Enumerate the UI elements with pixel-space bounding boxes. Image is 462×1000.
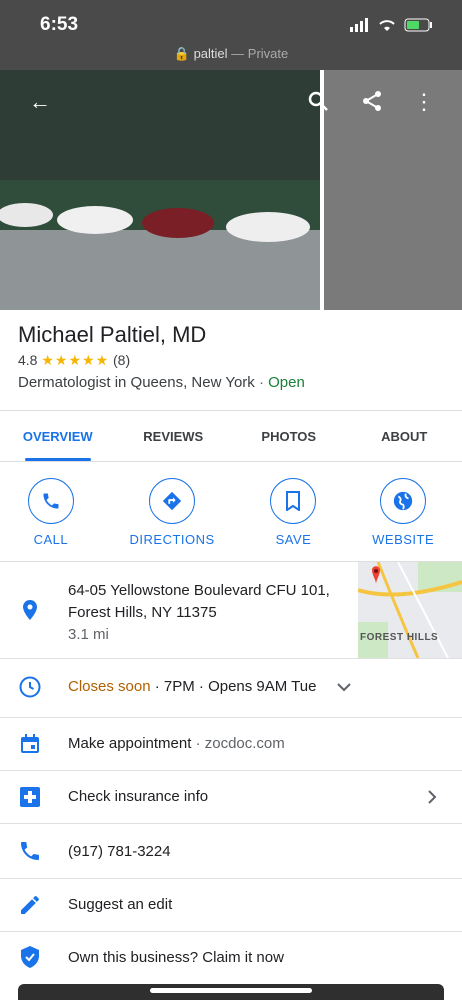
tab-overview[interactable]: OVERVIEW [0,411,116,461]
home-indicator[interactable] [150,988,312,993]
opens-time: Opens 9AM Tue [208,678,317,695]
appointment-row[interactable]: Make appointment · zocdoc.com [0,718,462,771]
insurance-row[interactable]: Check insurance info [0,771,462,824]
directions-icon [149,478,196,524]
suggest-edit-label: Suggest an edit [68,896,173,913]
appointment-label: Make appointment [68,735,192,752]
more-options-icon[interactable]: ⋮ [412,90,436,114]
directions-button[interactable]: DIRECTIONS [130,462,215,561]
category: Dermatologist in Queens, New York [18,374,255,391]
map-thumbnail[interactable]: FOREST HILLS [357,561,462,659]
close-time: · 7PM · [154,678,204,695]
tab-about[interactable]: ABOUT [347,411,462,461]
category-line: Dermatologist in Queens, New York · Open [18,374,305,391]
rating-value: 4.8 [18,352,38,368]
wifi-icon [379,20,395,31]
status-bar: 6:53 🔒 paltiel — Private [0,0,462,70]
search-icon[interactable] [306,90,330,114]
back-arrow-icon[interactable]: ← [28,90,52,114]
hero-photos: ← ⋮ [0,70,462,310]
save-button[interactable]: SAVE [270,462,317,561]
pencil-icon [18,893,42,922]
phone-row[interactable]: (917) 781-3224 [0,824,462,879]
globe-icon [380,478,427,524]
call-label: CALL [33,532,69,547]
place-title: Michael Paltiel, MD [18,322,207,347]
clock: 6:53 [40,14,79,35]
appointment-text: Make appointment · zocdoc.com [68,735,285,752]
rating-summary[interactable]: 4.8 ★★★★★ (8) [18,352,130,369]
clock-icon [18,675,42,704]
call-button[interactable]: CALL [27,462,74,561]
website-label: WEBSITE [372,532,435,547]
private-label: — Private [231,46,289,61]
address-line-1: 64-05 Yellowstone Boulevard CFU 101, [68,582,330,599]
verified-shield-icon [18,945,42,974]
website-button[interactable]: WEBSITE [372,462,434,561]
review-count: (8) [113,352,131,368]
tab-photos[interactable]: PHOTOS [231,411,347,461]
save-label: SAVE [275,532,312,547]
lock-icon: 🔒 [173,46,190,61]
bookmark-icon [270,478,317,524]
share-icon[interactable] [360,90,384,114]
insurance-label: Check insurance info [68,788,209,805]
status-icons [350,18,434,32]
url-bar[interactable]: 🔒 paltiel — Private [0,46,462,62]
closes-soon-status: Closes soon [68,678,151,695]
tab-bar: OVERVIEW REVIEWS PHOTOS ABOUT [0,410,462,462]
calendar-icon [18,732,42,761]
phone-icon [27,478,74,524]
open-status: Open [268,374,305,391]
directions-label: DIRECTIONS [129,532,215,547]
hours-text: Closes soon · 7PM · Opens 9AM Tue [68,678,316,695]
signal-icon [350,18,368,32]
address-line-2: Forest Hills, NY 11375 [68,604,217,621]
chevron-down-icon[interactable] [334,677,354,702]
separator: · [258,374,264,391]
action-buttons: CALL DIRECTIONS SAVE WEBSITE [0,462,462,562]
hours-row[interactable]: Closes soon · 7PM · Opens 9AM Tue [0,659,462,718]
tab-reviews[interactable]: REVIEWS [116,411,232,461]
suggest-edit-row[interactable]: Suggest an edit [0,879,462,932]
appointment-source: · zocdoc.com [195,735,285,752]
distance: 3.1 mi [68,626,109,643]
medical-cross-icon [18,785,42,814]
phone-number: (917) 781-3224 [68,843,171,860]
map-area-label: FOREST HILLS [360,632,439,643]
claim-business-row[interactable]: Own this business? Claim it now [0,932,462,984]
chevron-right-icon[interactable] [422,787,442,812]
second-photo[interactable] [324,70,462,310]
phone-icon [18,839,42,868]
url-text: paltiel [193,46,228,61]
battery-charging-icon [404,18,432,32]
location-pin-icon [18,598,42,627]
address-text: 64-05 Yellowstone Boulevard CFU 101, For… [68,580,330,646]
claim-business-label: Own this business? Claim it now [68,949,284,966]
star-rating-icon: ★★★★★ [41,352,110,368]
address-row[interactable]: 64-05 Yellowstone Boulevard CFU 101, For… [0,561,462,659]
